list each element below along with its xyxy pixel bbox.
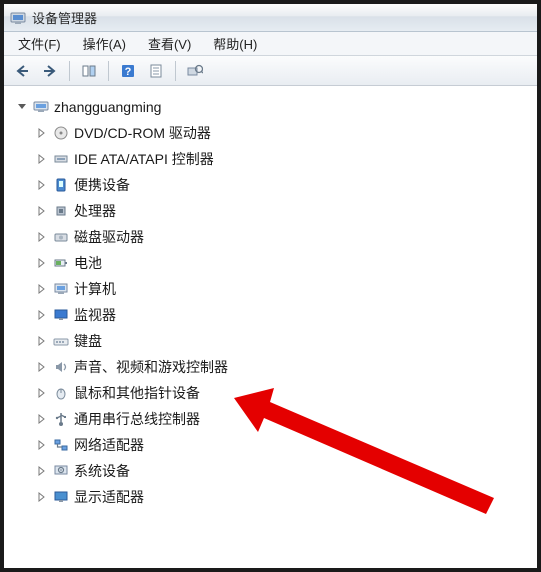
expand-icon[interactable]: [36, 387, 48, 399]
tree-node[interactable]: 磁盘驱动器: [8, 224, 533, 250]
titlebar: 设备管理器: [4, 4, 537, 32]
tree-node-label: 计算机: [74, 279, 116, 299]
portable-icon: [52, 176, 70, 194]
system-icon: [52, 462, 70, 480]
tree-root-label: zhangguangming: [54, 99, 161, 115]
tree-node[interactable]: 网络适配器: [8, 432, 533, 458]
monitor-icon: [52, 306, 70, 324]
window-title: 设备管理器: [32, 8, 97, 27]
tree-node-label: IDE ATA/ATAPI 控制器: [74, 149, 214, 169]
tree-node[interactable]: 声音、视频和游戏控制器: [8, 354, 533, 380]
app-icon: [10, 10, 26, 26]
expand-icon[interactable]: [36, 413, 48, 425]
expand-icon[interactable]: [36, 361, 48, 373]
expand-icon[interactable]: [36, 439, 48, 451]
expand-icon[interactable]: [36, 127, 48, 139]
tree-node[interactable]: 计算机: [8, 276, 533, 302]
properties-button[interactable]: [144, 59, 168, 83]
battery-icon: [52, 254, 70, 272]
forward-button[interactable]: [38, 59, 62, 83]
expand-icon[interactable]: [36, 231, 48, 243]
menubar: 文件(F) 操作(A) 查看(V) 帮助(H): [4, 32, 537, 56]
expand-icon[interactable]: [36, 283, 48, 295]
expand-icon[interactable]: [36, 465, 48, 477]
device-tree[interactable]: zhangguangming DVD/CD-ROM 驱动器 IDE ATA/ATA…: [4, 86, 537, 568]
mouse-icon: [52, 384, 70, 402]
tree-node-label: 电池: [74, 253, 102, 273]
tree-node-label: 网络适配器: [74, 435, 144, 455]
disk-icon: [52, 228, 70, 246]
expand-icon[interactable]: [36, 179, 48, 191]
help-button[interactable]: ?: [116, 59, 140, 83]
tree-root-node[interactable]: zhangguangming: [8, 94, 533, 120]
tree-node-label: 处理器: [74, 201, 116, 221]
tree-node-label: 键盘: [74, 331, 102, 351]
expand-icon[interactable]: [36, 153, 48, 165]
usb-icon: [52, 410, 70, 428]
tree-node[interactable]: 键盘: [8, 328, 533, 354]
expand-icon[interactable]: [36, 491, 48, 503]
menu-view[interactable]: 查看(V): [138, 32, 201, 55]
tree-node[interactable]: 通用串行总线控制器: [8, 406, 533, 432]
keyboard-icon: [52, 332, 70, 350]
show-hidden-button[interactable]: [77, 59, 101, 83]
tree-node[interactable]: 系统设备: [8, 458, 533, 484]
toolbar-separator: [108, 61, 109, 81]
sound-icon: [52, 358, 70, 376]
tree-node[interactable]: IDE ATA/ATAPI 控制器: [8, 146, 533, 172]
computer-icon: [32, 98, 50, 116]
tree-node[interactable]: 显示适配器: [8, 484, 533, 510]
toolbar: ?: [4, 56, 537, 86]
expand-icon[interactable]: [36, 257, 48, 269]
tree-node[interactable]: 便携设备: [8, 172, 533, 198]
tree-node-label: 鼠标和其他指针设备: [74, 383, 200, 403]
toolbar-separator: [69, 61, 70, 81]
collapse-icon[interactable]: [16, 101, 28, 113]
disc-icon: [52, 124, 70, 142]
pc-icon: [52, 280, 70, 298]
tree-node[interactable]: 监视器: [8, 302, 533, 328]
menu-file[interactable]: 文件(F): [8, 32, 71, 55]
tree-node-label: 便携设备: [74, 175, 130, 195]
tree-node-label: 系统设备: [74, 461, 130, 481]
menu-help[interactable]: 帮助(H): [203, 32, 267, 55]
tree-node[interactable]: DVD/CD-ROM 驱动器: [8, 120, 533, 146]
tree-node-label: 磁盘驱动器: [74, 227, 144, 247]
ide-icon: [52, 150, 70, 168]
expand-icon[interactable]: [36, 309, 48, 321]
back-button[interactable]: [10, 59, 34, 83]
expand-icon[interactable]: [36, 335, 48, 347]
svg-text:?: ?: [125, 66, 132, 78]
cpu-icon: [52, 202, 70, 220]
network-icon: [52, 436, 70, 454]
tree-node-label: 声音、视频和游戏控制器: [74, 357, 228, 377]
scan-hardware-button[interactable]: [183, 59, 207, 83]
tree-node-label: 显示适配器: [74, 487, 144, 507]
tree-node-label: 通用串行总线控制器: [74, 409, 200, 429]
tree-node-label: DVD/CD-ROM 驱动器: [74, 123, 211, 143]
tree-node[interactable]: 处理器: [8, 198, 533, 224]
toolbar-separator: [175, 61, 176, 81]
display-icon: [52, 488, 70, 506]
menu-action[interactable]: 操作(A): [73, 32, 136, 55]
tree-node[interactable]: 鼠标和其他指针设备: [8, 380, 533, 406]
tree-node-label: 监视器: [74, 305, 116, 325]
expand-icon[interactable]: [36, 205, 48, 217]
tree-node[interactable]: 电池: [8, 250, 533, 276]
